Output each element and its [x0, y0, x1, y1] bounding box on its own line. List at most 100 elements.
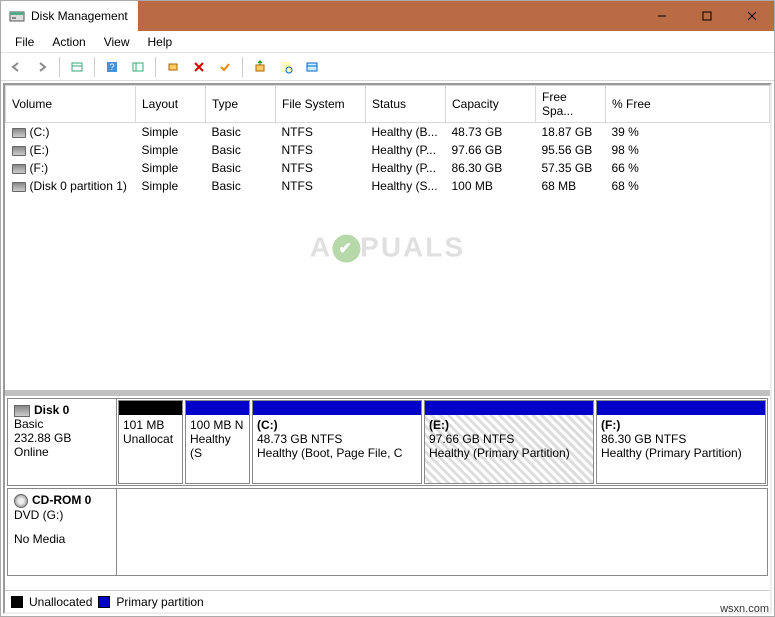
partition-size: 101 MB	[123, 418, 178, 432]
partition-header	[597, 401, 765, 415]
col-capacity[interactable]: Capacity	[446, 86, 536, 123]
legend-primary-swatch	[98, 596, 110, 608]
volume-type: Basic	[206, 177, 276, 195]
volume-pct: 98 %	[606, 141, 770, 159]
volume-table-header: Volume Layout Type File System Status Ca…	[6, 86, 770, 123]
disk-name: CD-ROM 0	[32, 493, 91, 507]
partition-status: Healthy (S	[190, 432, 245, 460]
volume-capacity: 97.66 GB	[446, 141, 536, 159]
app-icon	[9, 8, 25, 24]
partition[interactable]: 101 MB Unallocat	[118, 400, 183, 484]
col-pctfree[interactable]: % Free	[606, 86, 770, 123]
volume-list-pane[interactable]: A✔PUALS Volume Layout Type File System S…	[5, 85, 770, 390]
menu-help[interactable]: Help	[140, 33, 181, 51]
content-area: A✔PUALS Volume Layout Type File System S…	[3, 83, 772, 614]
volume-layout: Simple	[136, 159, 206, 177]
disk-type: DVD (G:)	[14, 508, 110, 522]
col-status[interactable]: Status	[366, 86, 446, 123]
partition-label: (F:)	[601, 418, 761, 432]
volume-layout: Simple	[136, 141, 206, 159]
partition-label: (E:)	[429, 418, 589, 432]
tool-icon-2[interactable]	[275, 56, 297, 78]
volume-layout: Simple	[136, 123, 206, 142]
show-hide-console-button[interactable]	[66, 56, 88, 78]
back-button[interactable]	[5, 56, 27, 78]
partition-container	[117, 488, 768, 576]
partition[interactable]: 100 MB N Healthy (S	[185, 400, 250, 484]
partition-size: 86.30 GB NTFS	[601, 432, 761, 446]
col-volume[interactable]: Volume	[6, 86, 136, 123]
volume-free: 95.56 GB	[536, 141, 606, 159]
disk-row: CD-ROM 0 DVD (G:) No Media	[7, 488, 768, 576]
watermark-badge-icon: ✔	[332, 235, 360, 263]
partition[interactable]: (E:) 97.66 GB NTFS Healthy (Primary Part…	[424, 400, 594, 484]
menu-file[interactable]: File	[7, 33, 42, 51]
disk-name: Disk 0	[34, 403, 69, 417]
help-button[interactable]: ?	[101, 56, 123, 78]
volume-table: Volume Layout Type File System Status Ca…	[5, 85, 770, 195]
partition-header	[425, 401, 593, 415]
delete-button[interactable]	[188, 56, 210, 78]
volume-pct: 66 %	[606, 159, 770, 177]
maximize-button[interactable]	[684, 1, 729, 31]
volume-row[interactable]: (Disk 0 partition 1) Simple Basic NTFS H…	[6, 177, 770, 195]
partition-size: 100 MB N	[190, 418, 245, 432]
partition-size: 97.66 GB NTFS	[429, 432, 589, 446]
volume-fs: NTFS	[276, 123, 366, 142]
col-layout[interactable]: Layout	[136, 86, 206, 123]
volume-status: Healthy (P...	[366, 159, 446, 177]
volume-row[interactable]: (C:) Simple Basic NTFS Healthy (B... 48.…	[6, 123, 770, 142]
legend-unallocated-label: Unallocated	[29, 595, 92, 609]
col-freespace[interactable]: Free Spa...	[536, 86, 606, 123]
partition[interactable]: (F:) 86.30 GB NTFS Healthy (Primary Part…	[596, 400, 766, 484]
volume-row[interactable]: (F:) Simple Basic NTFS Healthy (P... 86.…	[6, 159, 770, 177]
partition-status: Unallocat	[123, 432, 178, 446]
disk-size: 232.88 GB	[14, 431, 110, 445]
menu-view[interactable]: View	[96, 33, 138, 51]
volume-fs: NTFS	[276, 177, 366, 195]
legend-primary-label: Primary partition	[116, 595, 203, 609]
volume-icon	[12, 146, 26, 156]
volume-status: Healthy (S...	[366, 177, 446, 195]
partition-label: (C:)	[257, 418, 417, 432]
disk-management-window: Disk Management File Action View Help	[0, 0, 775, 617]
partition-header	[186, 401, 249, 415]
properties-button[interactable]	[127, 56, 149, 78]
col-filesystem[interactable]: File System	[276, 86, 366, 123]
volume-capacity: 86.30 GB	[446, 159, 536, 177]
partition-body: (E:) 97.66 GB NTFS Healthy (Primary Part…	[425, 415, 593, 483]
close-button[interactable]	[729, 1, 774, 31]
tool-icon-1[interactable]	[249, 56, 271, 78]
disk-row: Disk 0 Basic 232.88 GB Online 101 MB Una…	[7, 398, 768, 486]
col-type[interactable]: Type	[206, 86, 276, 123]
partition-header	[119, 401, 182, 415]
partition[interactable]: (C:) 48.73 GB NTFS Healthy (Boot, Page F…	[252, 400, 422, 484]
volume-pct: 68 %	[606, 177, 770, 195]
volume-capacity: 100 MB	[446, 177, 536, 195]
partition-body: (F:) 86.30 GB NTFS Healthy (Primary Part…	[597, 415, 765, 483]
refresh-button[interactable]	[162, 56, 184, 78]
disk-info[interactable]: CD-ROM 0 DVD (G:) No Media	[7, 488, 117, 576]
partition-size: 48.73 GB NTFS	[257, 432, 417, 446]
volume-status: Healthy (P...	[366, 141, 446, 159]
partition-status: Healthy (Boot, Page File, C	[257, 446, 417, 460]
partition-header	[253, 401, 421, 415]
volume-name: (Disk 0 partition 1)	[30, 179, 127, 193]
volume-row[interactable]: (E:) Simple Basic NTFS Healthy (P... 97.…	[6, 141, 770, 159]
partition-body: 100 MB N Healthy (S	[186, 415, 249, 483]
disk-info[interactable]: Disk 0 Basic 232.88 GB Online	[7, 398, 117, 486]
forward-button[interactable]	[31, 56, 53, 78]
volume-capacity: 48.73 GB	[446, 123, 536, 142]
graphical-disk-pane[interactable]: Disk 0 Basic 232.88 GB Online 101 MB Una…	[5, 390, 770, 590]
check-button[interactable]	[214, 56, 236, 78]
minimize-button[interactable]	[639, 1, 684, 31]
menu-action[interactable]: Action	[44, 33, 93, 51]
volume-layout: Simple	[136, 177, 206, 195]
titlebar-left: Disk Management	[1, 1, 138, 31]
volume-free: 18.87 GB	[536, 123, 606, 142]
legend: Unallocated Primary partition	[5, 590, 770, 612]
toolbar: ?	[1, 53, 774, 81]
cdrom-icon	[14, 494, 28, 508]
tool-icon-3[interactable]	[301, 56, 323, 78]
volume-name: (C:)	[30, 125, 50, 139]
